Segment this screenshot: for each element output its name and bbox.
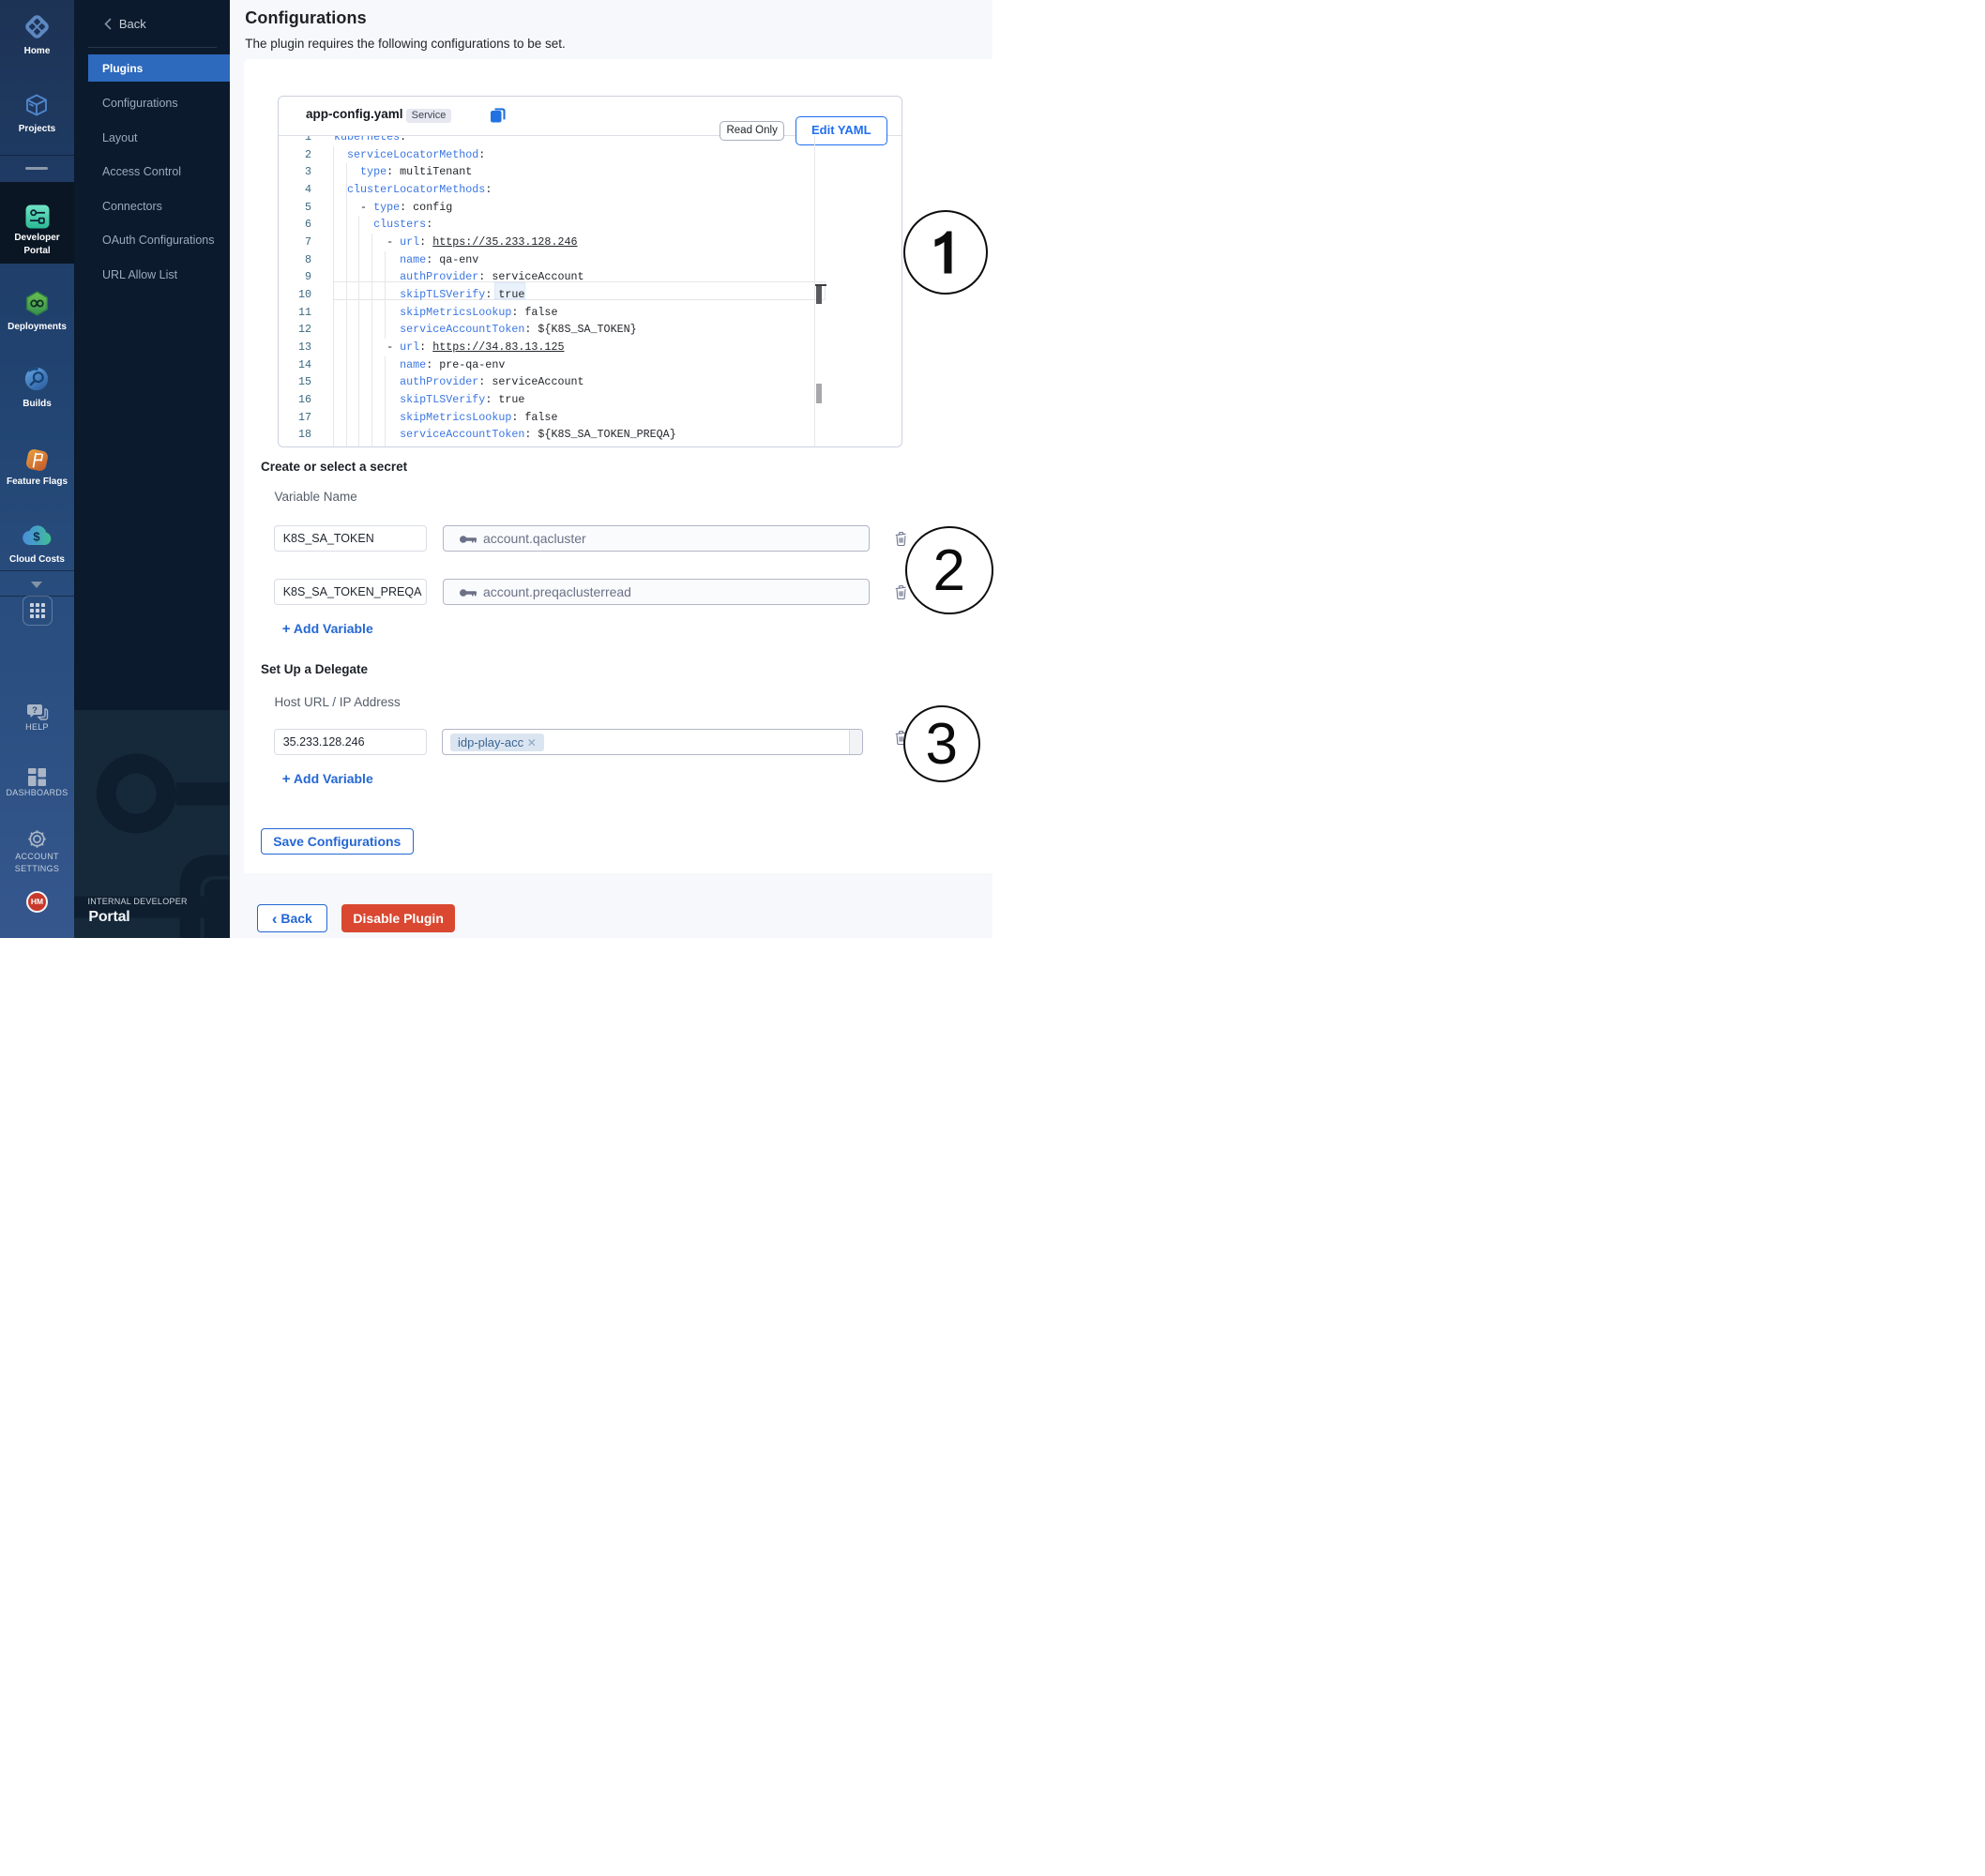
svg-text:$: $	[33, 530, 40, 544]
svg-text:?: ?	[32, 705, 38, 716]
